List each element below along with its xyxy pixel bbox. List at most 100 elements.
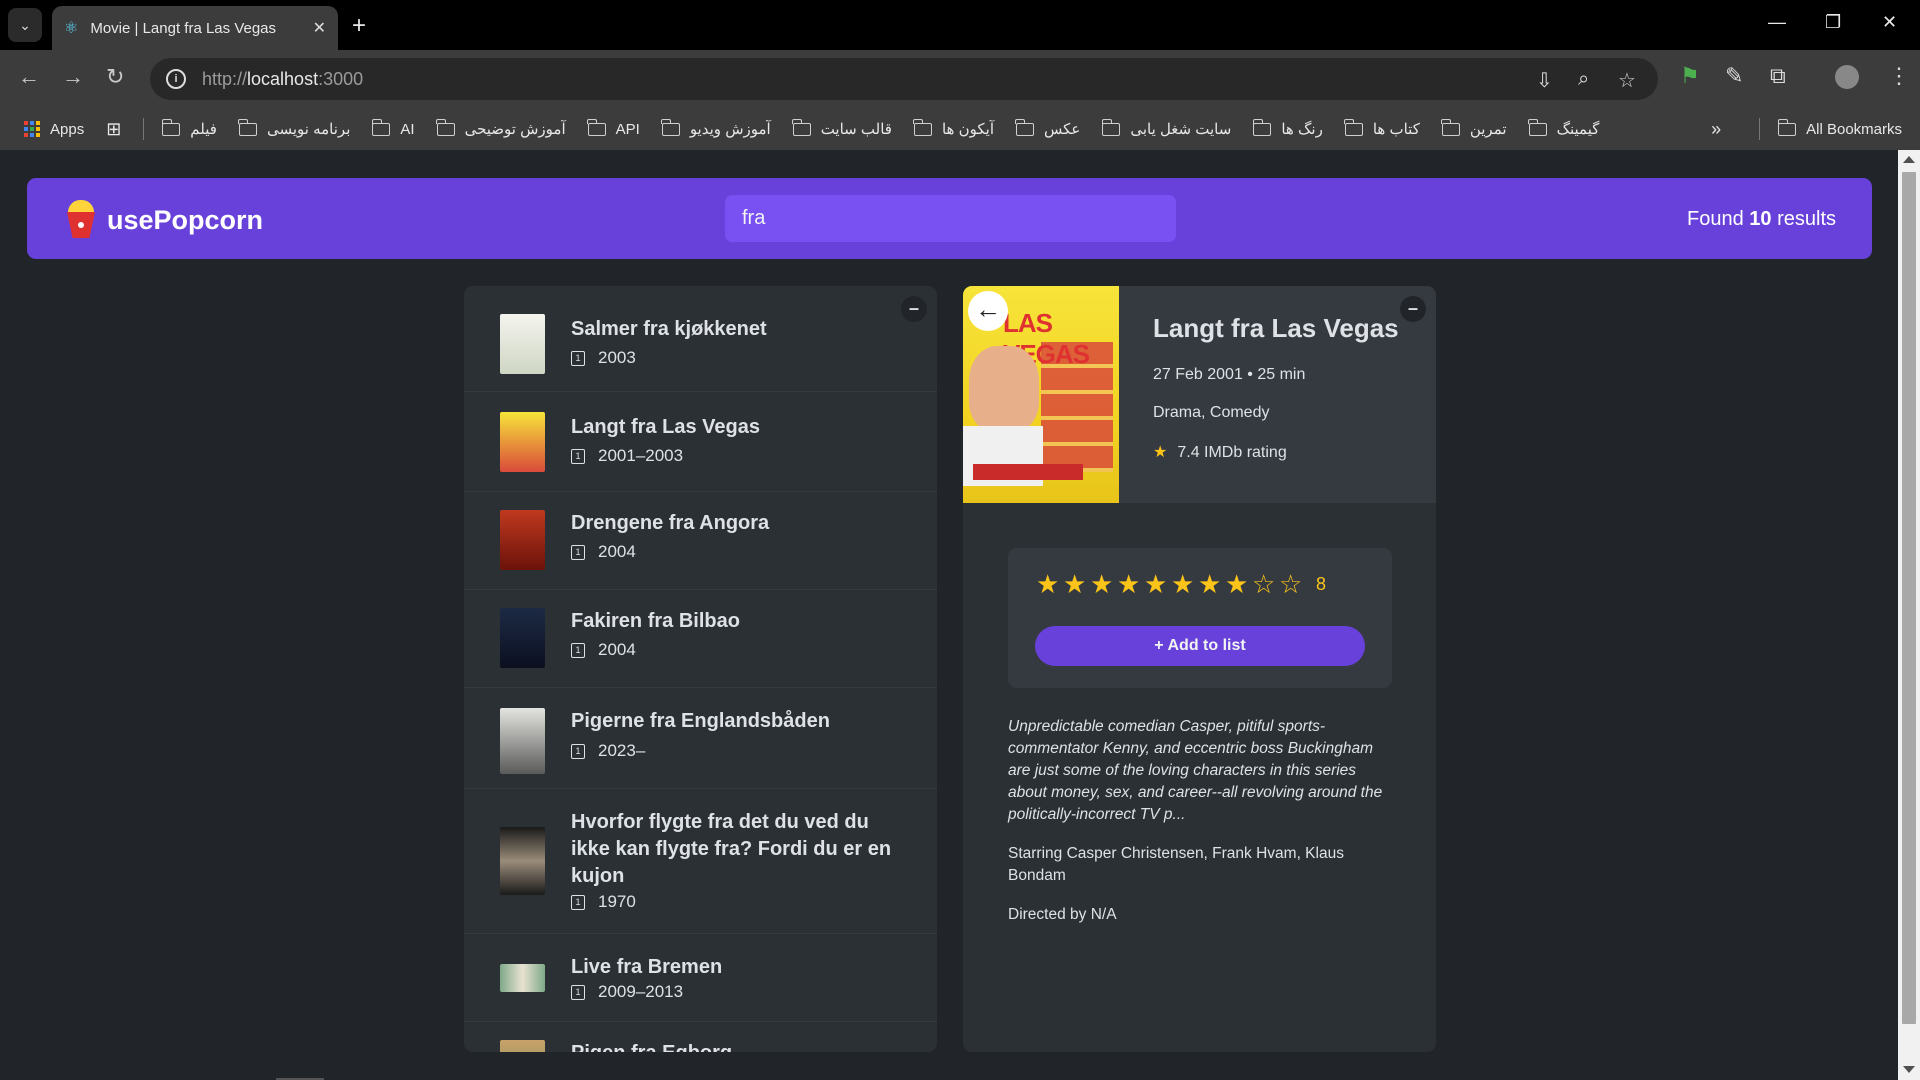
bookmark-folder[interactable]: تمرین bbox=[1441, 118, 1507, 138]
list-item[interactable]: Live fra Bremen 1 2009–2013 bbox=[464, 934, 937, 1022]
star-icon[interactable]: ★ bbox=[1198, 570, 1225, 598]
install-icon[interactable]: ⇩ bbox=[1536, 68, 1553, 93]
bookmark-folder[interactable]: آموزش توضیحی bbox=[435, 118, 566, 138]
minimize-icon[interactable]: — bbox=[1768, 12, 1786, 33]
bookmark-folder[interactable]: AI bbox=[371, 118, 415, 138]
list-item[interactable]: Hvorfor flygte fra det du ved du ikke ka… bbox=[464, 789, 937, 934]
back-button[interactable]: ← bbox=[968, 291, 1008, 331]
close-tab-icon[interactable]: ✕ bbox=[313, 18, 326, 38]
list-item[interactable]: Pigen fra Egborg bbox=[464, 1022, 937, 1052]
list-item[interactable]: Fakiren fra Bilbao 1 2004 bbox=[464, 590, 937, 688]
new-tab-button[interactable]: + bbox=[352, 12, 366, 40]
calendar-icon: 1 bbox=[571, 642, 585, 658]
close-window-icon[interactable]: ✕ bbox=[1882, 12, 1897, 33]
page-scrollbar[interactable] bbox=[1898, 150, 1920, 1080]
bookmark-folder[interactable]: آموزش ویدیو bbox=[661, 118, 771, 138]
star-icon[interactable]: ★ bbox=[1036, 570, 1063, 598]
profile-avatar[interactable] bbox=[1835, 65, 1859, 89]
list-item[interactable]: Langt fra Las Vegas 1 2001–2003 bbox=[464, 392, 937, 492]
search-input[interactable] bbox=[725, 195, 1176, 242]
detail-release-runtime: 27 Feb 2001 • 25 min bbox=[1153, 366, 1306, 383]
star-icon[interactable]: ★ bbox=[1090, 570, 1117, 598]
movie-year: 1 2023– bbox=[571, 741, 645, 761]
bookmark-label: رنگ ها bbox=[1281, 121, 1323, 138]
list-item[interactable]: Salmer fra kjøkkenet 1 2003 bbox=[464, 286, 937, 392]
app-name: usePopcorn bbox=[107, 204, 264, 235]
more-bookmarks-icon[interactable]: » bbox=[1711, 119, 1721, 140]
collapse-detail-button[interactable]: – bbox=[1400, 296, 1426, 322]
star-rating[interactable]: ★ ★ ★ ★ ★ ★ ★ ★ ☆ ☆ 8 bbox=[1036, 570, 1326, 598]
movie-list-box: – Salmer fra kjøkkenet 1 2003 Langt fra L… bbox=[464, 286, 937, 1052]
bookmark-folder[interactable]: عکس bbox=[1015, 118, 1080, 138]
bookmark-folder[interactable]: سایت شغل یابی bbox=[1101, 118, 1232, 138]
folder-icon bbox=[1015, 118, 1034, 136]
bookmark-folder[interactable]: قالب سایت bbox=[792, 118, 892, 138]
movie-title: Live fra Bremen bbox=[571, 956, 723, 978]
movie-title: Fakiren fra Bilbao bbox=[571, 610, 740, 632]
menu-kebab-icon[interactable]: ⋮ bbox=[1888, 63, 1910, 89]
star-icon[interactable]: ★ bbox=[1171, 570, 1198, 598]
folder-icon bbox=[913, 118, 932, 136]
reload-icon[interactable]: ↻ bbox=[106, 64, 124, 90]
restore-icon[interactable]: ❐ bbox=[1825, 12, 1841, 33]
forward-icon[interactable]: → bbox=[62, 64, 84, 90]
folder-icon bbox=[1344, 118, 1363, 136]
react-icon: ⚛ bbox=[64, 20, 79, 37]
directed-text: Directed by N/A bbox=[1008, 906, 1117, 923]
folder-icon bbox=[1252, 118, 1272, 136]
empty-star-icon[interactable]: ☆ bbox=[1252, 570, 1279, 598]
address-bar[interactable]: i http://localhost:3000 ⇩ ⌕ ☆ bbox=[150, 58, 1658, 100]
folder-icon bbox=[1527, 118, 1547, 136]
movie-year: 1 2009–2013 bbox=[571, 982, 683, 1002]
back-icon[interactable]: ← bbox=[18, 64, 40, 90]
rating-box: ★ ★ ★ ★ ★ ★ ★ ★ ☆ ☆ 8 + Add to list bbox=[1008, 548, 1392, 688]
bookmark-folder[interactable]: گیمینگ bbox=[1527, 118, 1599, 138]
browser-tab[interactable]: ⚛ Movie | Langt fra Las Vegas ✕ bbox=[52, 6, 338, 50]
movie-poster bbox=[500, 510, 545, 570]
bookmark-label: کتاب ها bbox=[1372, 121, 1420, 138]
list-item[interactable]: Pigerne fra Englandsbåden 1 2023– bbox=[464, 688, 937, 789]
tab-groups-icon[interactable]: ⊞ bbox=[106, 119, 121, 140]
extension-pen-icon[interactable]: ✎ bbox=[1725, 63, 1743, 89]
movie-title: Pigerne fra Englandsbåden bbox=[571, 710, 830, 732]
bookmark-label: آموزش توضیحی bbox=[464, 121, 566, 138]
extension-flag-icon[interactable]: ⚑ bbox=[1680, 63, 1700, 89]
star-icon[interactable]: ★ bbox=[1117, 570, 1144, 598]
bookmark-label: AI bbox=[400, 120, 415, 138]
scroll-down-icon[interactable] bbox=[1903, 1066, 1915, 1073]
plot-text: Unpredictable comedian Casper, pitiful s… bbox=[1008, 718, 1383, 823]
star-icon[interactable]: ★ bbox=[1225, 570, 1252, 598]
bookmark-folder[interactable]: رنگ ها bbox=[1252, 118, 1323, 138]
empty-star-icon[interactable]: ☆ bbox=[1279, 570, 1306, 598]
folder-icon bbox=[1441, 118, 1460, 136]
star-icon[interactable]: ★ bbox=[1063, 570, 1090, 598]
bookmark-folder[interactable]: کتاب ها bbox=[1344, 118, 1420, 138]
bookmark-folder[interactable]: فیلم bbox=[161, 118, 217, 138]
movie-title: Pigen fra Egborg bbox=[571, 1040, 911, 1052]
collapse-list-button[interactable]: – bbox=[901, 296, 927, 322]
site-info-icon[interactable]: i bbox=[166, 69, 186, 89]
apps-label: Apps bbox=[50, 120, 85, 138]
bookmark-label: تمرین bbox=[1469, 121, 1507, 138]
bookmark-folder[interactable]: آیکون ها bbox=[913, 118, 994, 138]
bookmark-label: سایت شغل یابی bbox=[1130, 121, 1232, 138]
extensions-puzzle-icon[interactable]: ⧉ bbox=[1770, 63, 1786, 89]
tab-search-button[interactable]: ⌄ bbox=[8, 8, 42, 42]
movie-title: Salmer fra kjøkkenet bbox=[571, 318, 767, 340]
movie-poster bbox=[500, 1040, 545, 1052]
all-bookmarks-folder[interactable]: All Bookmarks bbox=[1777, 118, 1902, 138]
scroll-up-icon[interactable] bbox=[1903, 156, 1915, 163]
bookmarks-bar: Apps ⊞ فیلم برنامه نویسی AI آموزش توضیحی… bbox=[0, 108, 1920, 150]
tab-title: Movie | Langt fra Las Vegas bbox=[90, 19, 277, 37]
star-icon[interactable]: ★ bbox=[1144, 570, 1171, 598]
bookmark-folder[interactable]: برنامه نویسی bbox=[238, 118, 350, 138]
list-item[interactable]: Drengene fra Angora 1 2004 bbox=[464, 492, 937, 590]
scrollbar-thumb[interactable] bbox=[1902, 172, 1916, 1024]
movie-poster bbox=[500, 827, 545, 895]
bookmark-folder[interactable]: API bbox=[587, 118, 640, 138]
zoom-icon[interactable]: ⌕ bbox=[1578, 68, 1589, 91]
add-to-list-button[interactable]: + Add to list bbox=[1035, 626, 1365, 666]
folder-icon bbox=[661, 118, 680, 136]
apps-bookmark[interactable]: Apps bbox=[24, 121, 84, 138]
bookmark-star-icon[interactable]: ☆ bbox=[1618, 68, 1636, 93]
